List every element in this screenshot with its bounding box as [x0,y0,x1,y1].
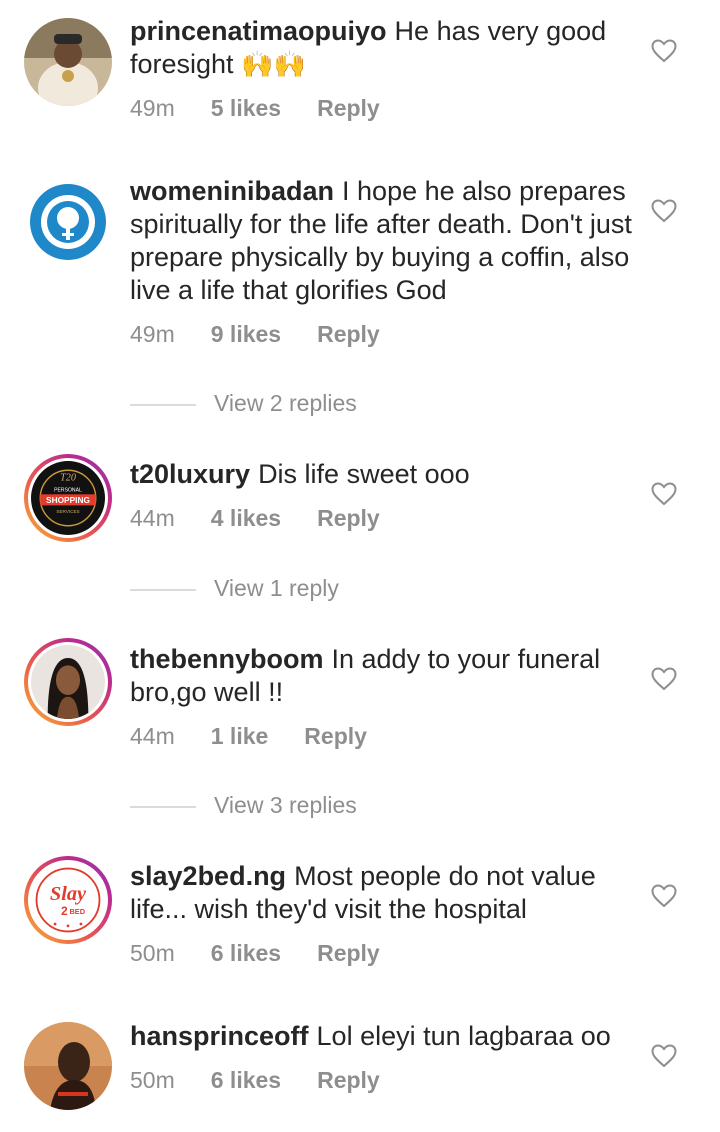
comment-text: thebennyboom In addy to your funeral bro,… [130,643,635,709]
avatar-photo [31,645,105,719]
reply-button[interactable]: Reply [304,723,367,749]
view-replies-label: View 2 replies [214,390,357,416]
comment-username[interactable]: womeninibadan [130,176,334,206]
comment-time: 44m [130,505,175,531]
svg-text:2: 2 [61,904,68,918]
reply-button[interactable]: Reply [317,321,380,347]
avatar[interactable] [24,178,112,266]
comment-username[interactable]: hansprinceoff [130,1021,309,1051]
avatar-photo [24,18,112,106]
svg-text:Slay: Slay [50,883,87,905]
comment-meta: 44m 1 like Reply [130,723,403,750]
view-replies-button[interactable]: View 2 replies [130,390,357,417]
raising-hands-emoji: 🙌🙌 [241,49,306,79]
avatar[interactable] [24,1022,112,1110]
comment-meta: 49m 9 likes Reply [130,321,416,348]
comment-username[interactable]: t20luxury [130,459,250,489]
comment-likes[interactable]: 6 likes [211,1067,281,1093]
comment-body: Dis life sweet ooo [258,459,470,489]
avatar-text-3: SERVICES [56,509,79,514]
comment-likes[interactable]: 5 likes [211,95,281,121]
reply-button[interactable]: Reply [317,1067,380,1093]
svg-text:BED: BED [69,907,85,916]
avatar[interactable]: Slay 2 BED [24,856,112,944]
avatar-ring-inner: T20 PERSONAL SHOPPING SERVICES [28,458,108,538]
comment-meta: 50m 6 likes Reply [130,1067,416,1094]
avatar-ring-inner [28,642,108,722]
view-replies-label: View 1 reply [214,575,339,601]
avatar-text-1: PERSONAL [54,488,82,494]
comment-time: 44m [130,723,175,749]
avatar-ring-inner: Slay 2 BED [28,860,108,940]
comment-likes[interactable]: 4 likes [211,505,281,531]
comment-meta: 50m 6 likes Reply [130,940,416,967]
comment-time: 49m [130,321,175,347]
replies-divider [130,403,196,406]
view-replies-label: View 3 replies [214,792,357,818]
view-replies-button[interactable]: View 1 reply [130,575,339,602]
avatar-photo: Slay 2 BED [31,863,105,937]
comment-time: 49m [130,95,175,121]
avatar[interactable] [24,18,112,106]
comment-likes[interactable]: 1 like [211,723,269,749]
comment-text: t20luxury Dis life sweet ooo [130,458,635,491]
comment-username[interactable]: princenatimaopuiyo [130,16,387,46]
comment-likes[interactable]: 9 likes [211,321,281,347]
comment-likes[interactable]: 6 likes [211,940,281,966]
comment-text: hansprinceoff Lol eleyi tun lagbaraa oo [130,1020,635,1053]
replies-divider [130,588,196,591]
reply-button[interactable]: Reply [317,95,380,121]
avatar[interactable]: T20 PERSONAL SHOPPING SERVICES [24,454,112,542]
comment-username[interactable]: thebennyboom [130,644,324,674]
comment-meta: 49m 5 likes Reply [130,95,416,122]
heart-icon[interactable] [651,199,677,223]
replies-divider [130,805,196,808]
heart-icon[interactable] [651,1044,677,1068]
reply-button[interactable]: Reply [317,505,380,531]
comment-meta: 44m 4 likes Reply [130,505,416,532]
avatar-photo: T20 PERSONAL SHOPPING SERVICES [31,461,105,535]
comment-text: slay2bed.ng Most people do not value life… [130,860,635,926]
reply-button[interactable]: Reply [317,940,380,966]
heart-icon[interactable] [651,482,677,506]
heart-icon[interactable] [651,39,677,63]
comment-text: womeninibadan I hope he also prepares spi… [130,175,635,307]
heart-icon[interactable] [651,667,677,691]
comment-time: 50m [130,1067,175,1093]
view-replies-button[interactable]: View 3 replies [130,792,357,819]
heart-icon[interactable] [651,884,677,908]
comment-text: princenatimaopuiyo He has very good fores… [130,15,635,81]
avatar[interactable] [24,638,112,726]
comment-time: 50m [130,940,175,966]
avatar-text-2: SHOPPING [46,495,90,505]
svg-text:T20: T20 [60,472,76,483]
comment-body: Lol eleyi tun lagbaraa oo [316,1021,611,1051]
avatar-photo [24,1022,112,1110]
comments-list: princenatimaopuiyo He has very good fores… [0,0,720,1132]
comment-username[interactable]: slay2bed.ng [130,861,286,891]
womeninibadan-logo [24,178,112,266]
